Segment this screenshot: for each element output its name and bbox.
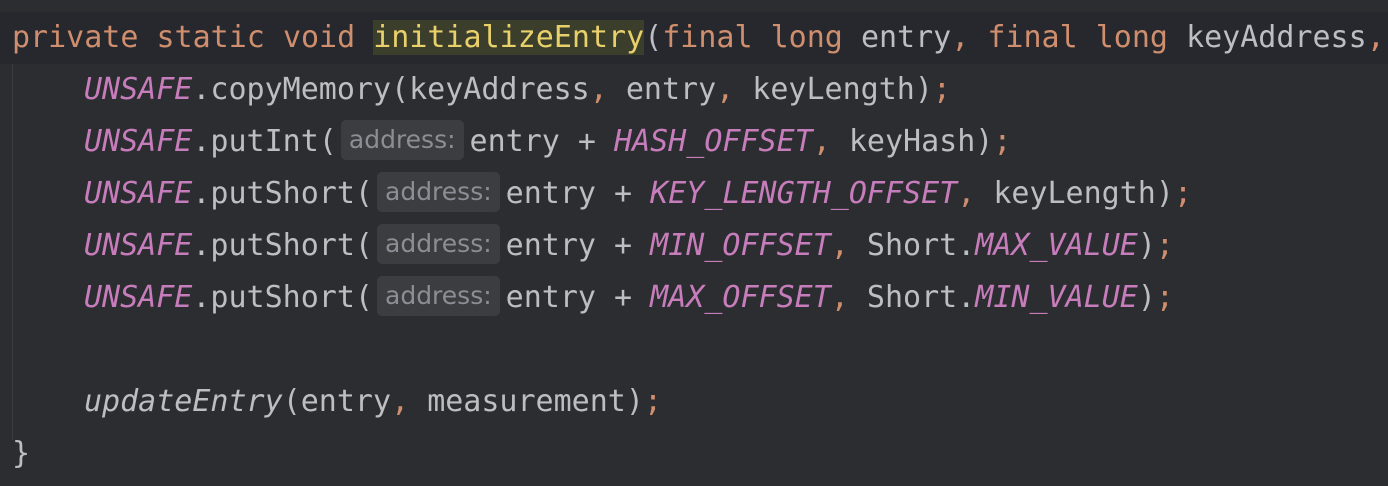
expression[interactable]: entry +: [506, 228, 651, 263]
code-editor[interactable]: private static void initializeEntry(fina…: [0, 0, 1388, 486]
method-call-update-entry[interactable]: updateEntry: [84, 384, 283, 419]
comma: ,: [812, 124, 831, 159]
comma: ,: [1366, 20, 1385, 55]
code-line-9[interactable]: }: [12, 428, 30, 480]
comma: ,: [830, 280, 849, 315]
arg[interactable]: keyHash): [849, 124, 994, 159]
class-short[interactable]: Short.: [867, 228, 975, 263]
keyword-final: final: [987, 20, 1078, 55]
comma: ,: [951, 20, 970, 55]
constant[interactable]: MIN_VALUE: [975, 280, 1138, 315]
arg-entry[interactable]: entry: [626, 72, 716, 107]
method-call[interactable]: .putShort(: [192, 228, 373, 263]
args[interactable]: (entry: [283, 384, 391, 419]
semicolon: ;: [1155, 280, 1174, 315]
parameter-hint: address:: [340, 120, 464, 160]
field-unsafe[interactable]: UNSAFE: [84, 280, 192, 315]
arg[interactable]: keyLength): [993, 176, 1174, 211]
constant[interactable]: KEY_LENGTH_OFFSET: [650, 176, 957, 211]
constant[interactable]: HASH_OFFSET: [614, 124, 813, 159]
parameter-hint: address:: [377, 276, 500, 316]
code-line-8[interactable]: updateEntry(entry, measurement);: [12, 376, 662, 428]
comma: ,: [957, 176, 976, 211]
method-call[interactable]: .putShort(: [192, 176, 373, 211]
closing-brace: }: [12, 436, 31, 471]
class-short[interactable]: Short.: [867, 280, 975, 315]
keyword-void: void: [282, 20, 356, 55]
keyword-long: long: [770, 20, 843, 55]
keyword-long: long: [1095, 20, 1168, 55]
field-unsafe[interactable]: UNSAFE: [84, 176, 192, 211]
expression[interactable]: entry +: [470, 124, 615, 159]
constant[interactable]: MAX_OFFSET: [650, 280, 831, 315]
code-line-4[interactable]: UNSAFE.putShort(address: entry + KEY_LENG…: [12, 168, 1192, 220]
semicolon: ;: [643, 384, 662, 419]
semicolon: ;: [1173, 176, 1192, 211]
constant[interactable]: MIN_OFFSET: [650, 228, 831, 263]
code-line-5[interactable]: UNSAFE.putShort(address: entry + MIN_OFFS…: [12, 220, 1174, 272]
comma: ,: [589, 72, 608, 107]
comma: ,: [830, 228, 849, 263]
paren-open: (: [644, 20, 663, 55]
expression[interactable]: entry +: [506, 280, 651, 315]
field-unsafe[interactable]: UNSAFE: [84, 124, 192, 159]
keyword-static: static: [156, 20, 265, 55]
code-line-2[interactable]: UNSAFE.copyMemory(keyAddress, entry, key…: [12, 64, 951, 116]
field-unsafe[interactable]: UNSAFE: [84, 72, 192, 107]
parameter-hint: address:: [377, 224, 500, 264]
method-call[interactable]: .copyMemory(keyAddress: [192, 72, 589, 107]
code-line-3[interactable]: UNSAFE.putInt(address: entry + HASH_OFFSE…: [12, 116, 1011, 168]
method-call[interactable]: .putInt(: [192, 124, 337, 159]
comma: ,: [391, 384, 410, 419]
keyword-final: final: [662, 20, 753, 55]
semicolon: ;: [993, 124, 1012, 159]
code-line-1[interactable]: private static void initializeEntry(fina…: [0, 12, 1388, 64]
code-line-6[interactable]: UNSAFE.putShort(address: entry + MAX_OFFS…: [12, 272, 1174, 324]
arg-key-length[interactable]: keyLength): [752, 72, 933, 107]
field-unsafe[interactable]: UNSAFE: [84, 228, 192, 263]
paren-close: ): [1137, 280, 1156, 315]
param-key-address[interactable]: keyAddress: [1186, 20, 1367, 55]
paren-close: ): [1137, 228, 1156, 263]
expression[interactable]: entry +: [506, 176, 651, 211]
semicolon: ;: [932, 72, 951, 107]
arg-measurement[interactable]: measurement): [427, 384, 644, 419]
param-entry[interactable]: entry: [861, 20, 951, 55]
semicolon: ;: [1155, 228, 1174, 263]
method-call[interactable]: .putShort(: [192, 280, 373, 315]
keyword-private: private: [12, 20, 139, 55]
comma: ,: [716, 72, 735, 107]
constant[interactable]: MAX_VALUE: [975, 228, 1138, 263]
parameter-hint: address:: [377, 172, 500, 212]
method-name-initialize-entry[interactable]: initializeEntry: [373, 20, 645, 55]
